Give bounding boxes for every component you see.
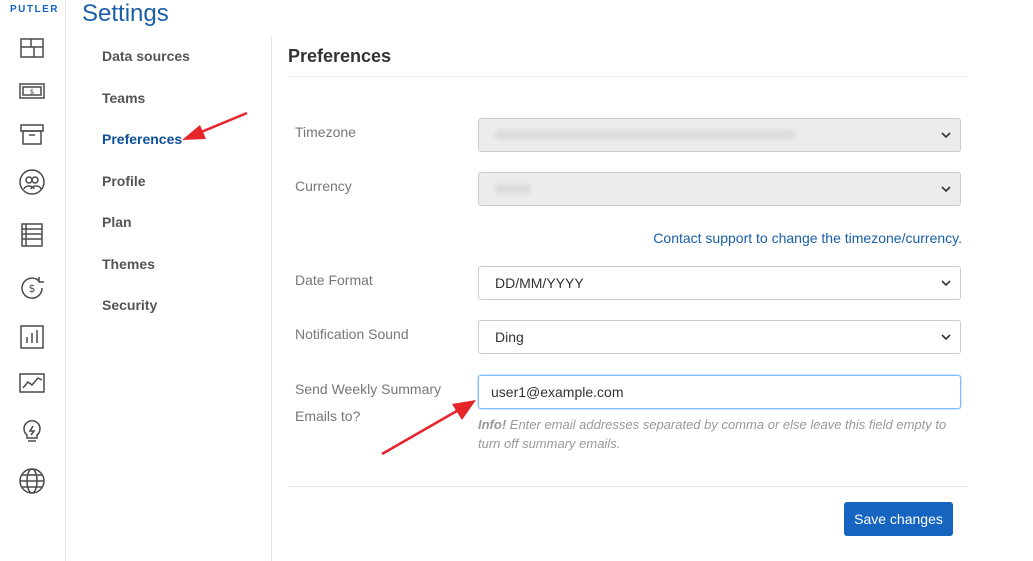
info-prefix: Info!: [478, 417, 507, 432]
nav-item-security[interactable]: Security: [102, 297, 157, 313]
nav-item-plan[interactable]: Plan: [102, 214, 132, 230]
timezone-value-redacted: [495, 130, 795, 140]
nav-item-preferences[interactable]: Preferences: [102, 131, 182, 147]
save-changes-button[interactable]: Save changes: [844, 502, 953, 536]
subscriptions-icon[interactable]: $: [17, 273, 47, 303]
weekly-summary-label: Send Weekly Summary: [295, 381, 442, 397]
nav-item-themes[interactable]: Themes: [102, 256, 155, 272]
customers-icon[interactable]: [17, 167, 47, 197]
date-format-value: DD/MM/YYYY: [495, 275, 584, 291]
info-text: Enter email addresses separated by comma…: [478, 417, 947, 451]
brand-logo: PUTLER: [10, 4, 59, 15]
notification-sound-label: Notification Sound: [295, 326, 409, 342]
contact-support-link[interactable]: Contact support to change the timezone/c…: [653, 230, 962, 246]
products-icon[interactable]: [17, 119, 47, 149]
currency-value-redacted: [495, 184, 531, 194]
nav-item-profile[interactable]: Profile: [102, 173, 146, 189]
chevron-down-icon: [941, 334, 951, 341]
reports-icon[interactable]: [17, 322, 47, 352]
divider: [288, 76, 968, 77]
notification-sound-value: Ding: [495, 329, 524, 345]
weekly-summary-label-line2: Emails to?: [295, 408, 361, 424]
timezone-select[interactable]: [478, 118, 961, 152]
page-title: Settings: [82, 0, 169, 27]
timezone-label: Timezone: [295, 124, 356, 140]
currency-label: Currency: [295, 178, 352, 194]
settings-nav: Data sources Teams Preferences Profile P…: [68, 36, 272, 561]
weekly-summary-email-input[interactable]: [478, 375, 961, 409]
global-icon[interactable]: [17, 466, 47, 496]
insights-icon[interactable]: [17, 416, 47, 446]
chevron-down-icon: [941, 132, 951, 139]
chevron-down-icon: [941, 280, 951, 287]
weekly-summary-help-text: Info! Enter email addresses separated by…: [478, 415, 958, 453]
sales-icon[interactable]: $: [17, 76, 47, 106]
notification-sound-select[interactable]: Ding: [478, 320, 961, 354]
transactions-icon[interactable]: [17, 220, 47, 250]
chevron-down-icon: [941, 186, 951, 193]
nav-item-teams[interactable]: Teams: [102, 90, 145, 106]
section-title: Preferences: [288, 46, 392, 66]
currency-select[interactable]: [478, 172, 961, 206]
svg-text:$: $: [29, 282, 36, 295]
svg-text:$: $: [30, 88, 34, 96]
icon-rail: PUTLER $ $: [0, 0, 66, 561]
analytics-icon[interactable]: [17, 368, 47, 398]
annotation-arrow: [381, 400, 476, 456]
date-format-label: Date Format: [295, 272, 373, 288]
nav-item-data-sources[interactable]: Data sources: [102, 48, 190, 64]
date-format-select[interactable]: DD/MM/YYYY: [478, 266, 961, 300]
footer-divider: [288, 486, 968, 487]
dashboard-icon[interactable]: [17, 33, 47, 63]
